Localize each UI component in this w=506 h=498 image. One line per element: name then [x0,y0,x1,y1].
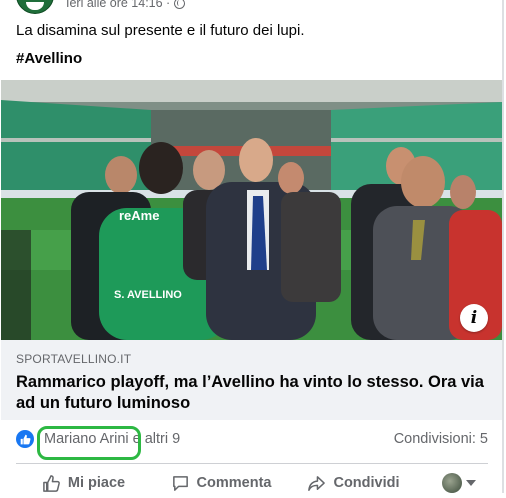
svg-text:reAme: reAme [119,208,159,223]
divider [16,463,488,464]
comment-label[interactable]: Commenta [197,475,272,491]
share-count[interactable]: Condivisioni: 5 [394,431,488,447]
info-icon[interactable]: i [460,304,488,332]
link-domain: SPORTAVELLINO.IT [16,352,132,366]
highlight-annotation [37,426,141,460]
link-preview[interactable]: SPORTAVELLINO.IT Rammarico playoff, ma l… [1,340,502,420]
post-timestamp[interactable]: Ieri alle ore 14:16 · [66,0,186,10]
post-image[interactable]: reAme S. AVELLINO i [1,80,502,340]
user-avatar [442,473,462,493]
post-header: Ieri alle ore 14:16 · [16,0,186,14]
reaction-as-selector[interactable] [416,468,476,498]
share-label[interactable]: Condividi [333,475,399,491]
share-arrow-icon [308,475,326,491]
timestamp-label[interactable]: Ieri alle ore 14:16 · [66,0,170,10]
stadium-photo: reAme S. AVELLINO [1,80,502,340]
chevron-down-icon [466,480,476,486]
like-button[interactable]: Mi piace [16,468,151,498]
post-hashtag[interactable]: #Avellino [16,50,82,67]
comment-icon [172,475,188,491]
reactions-bar: Mariano Arini e altri 9 Condivisioni: 5 [16,424,488,460]
action-bar: Mi piace Commenta Condividi [16,468,488,498]
thumbs-up-outline-icon [43,474,60,492]
share-button[interactable]: Condividi [291,468,416,498]
like-reaction-icon[interactable] [16,430,34,448]
comment-button[interactable]: Commenta [151,468,291,498]
post-text: La disamina sul presente e il futuro dei… [16,22,305,39]
facebook-post: Ieri alle ore 14:16 · La disamina sul pr… [0,0,504,493]
svg-text:S. AVELLINO: S. AVELLINO [114,289,182,301]
link-title[interactable]: Rammarico playoff, ma l’Avellino ha vint… [16,372,496,414]
page-avatar[interactable] [16,0,54,14]
like-label[interactable]: Mi piace [68,475,125,491]
globe-icon [174,0,186,9]
thumbs-up-icon [20,434,30,444]
